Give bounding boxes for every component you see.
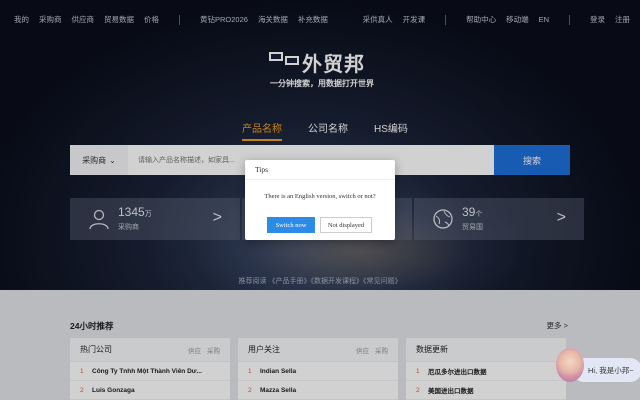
not-displayed-button[interactable]: Not displayed <box>320 217 372 233</box>
chat-widget[interactable]: Hi, 我是小邦~ <box>556 348 640 382</box>
assistant-avatar[interactable] <box>556 348 584 382</box>
dialog-title: Tips <box>245 160 395 180</box>
dialog-actions: Switch now Not displayed <box>267 217 372 233</box>
language-tips-dialog: Tips There is an English version, switch… <box>245 160 395 240</box>
switch-now-button[interactable]: Switch now <box>267 217 315 233</box>
dialog-message: There is an English version, switch or n… <box>264 193 376 200</box>
